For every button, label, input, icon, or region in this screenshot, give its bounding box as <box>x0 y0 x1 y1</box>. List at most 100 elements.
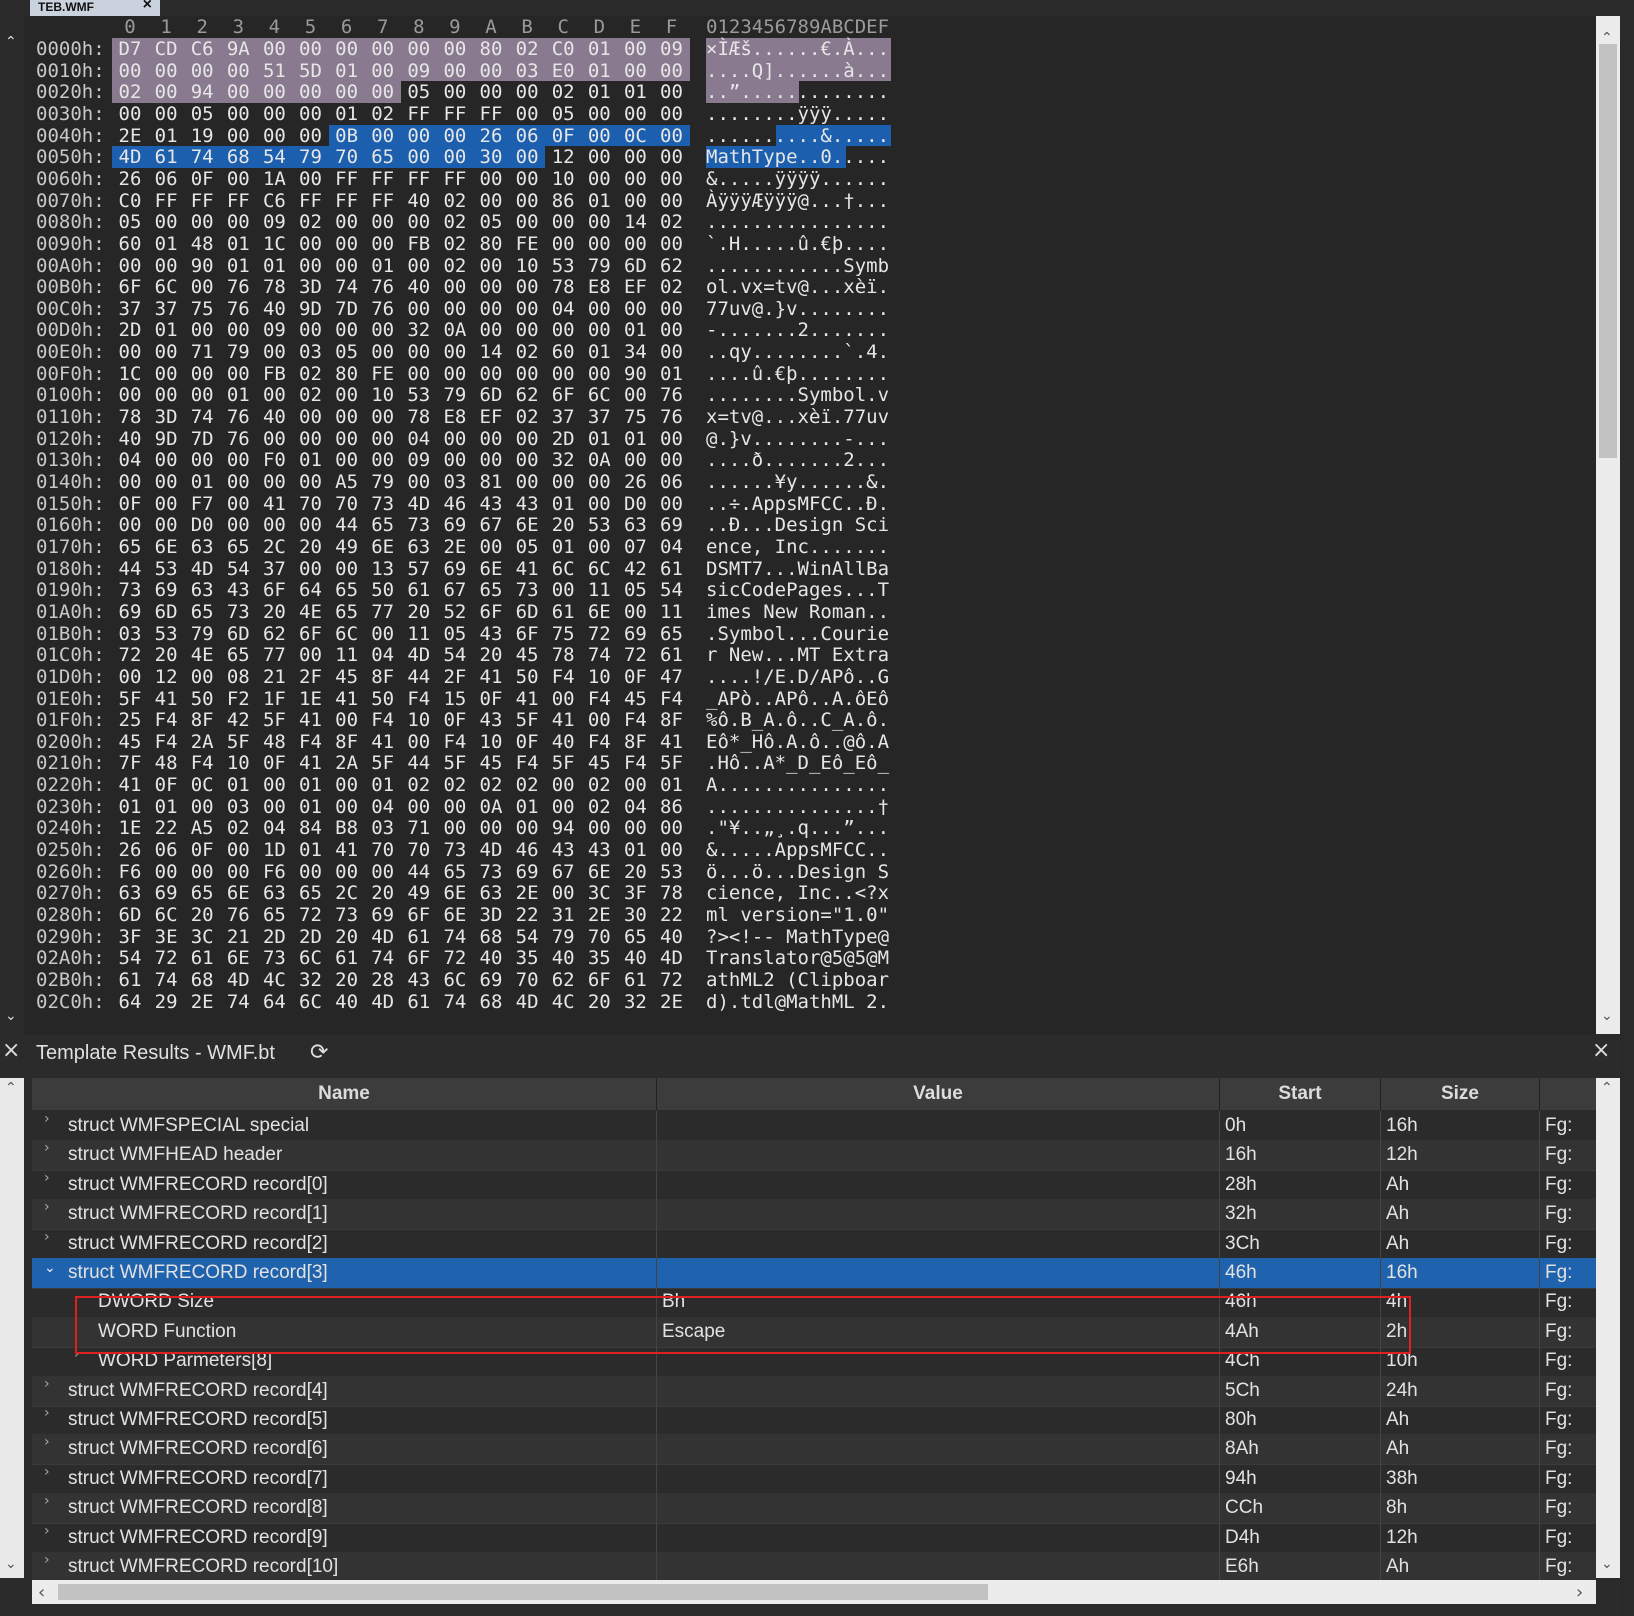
hex-byte[interactable]: 63 <box>473 882 509 904</box>
hex-byte[interactable]: 07 <box>617 536 653 558</box>
hex-byte[interactable]: 76 <box>220 904 256 926</box>
hex-byte[interactable]: 4D <box>509 991 545 1013</box>
hex-byte[interactable]: 02 <box>473 774 509 796</box>
hex-byte[interactable]: 64 <box>293 579 329 601</box>
hex-byte[interactable]: 09 <box>654 38 690 60</box>
hex-byte[interactable]: 6C <box>148 904 184 926</box>
hex-byte[interactable]: 00 <box>437 796 473 818</box>
expand-chevron-icon[interactable]: › <box>44 1111 50 1127</box>
results-scroll-up-icon[interactable]: ⌃ <box>5 1080 17 1096</box>
hex-byte[interactable]: 43 <box>545 839 581 861</box>
hex-byte[interactable]: 01 <box>581 60 617 82</box>
hex-byte[interactable]: 1E <box>112 817 148 839</box>
hex-byte[interactable]: 37 <box>112 298 148 320</box>
hex-byte[interactable]: D0 <box>617 493 653 515</box>
hex-byte[interactable]: 72 <box>112 644 148 666</box>
hex-byte[interactable]: 00 <box>581 493 617 515</box>
left-scrollbar[interactable] <box>0 16 24 1034</box>
ascii-text[interactable]: ÀÿÿÿÆÿÿÿ@...†... <box>706 190 889 212</box>
hex-byte[interactable]: 00 <box>654 319 690 341</box>
ascii-text[interactable]: 77uv@.}v........ <box>706 298 889 320</box>
hex-byte[interactable]: 42 <box>617 558 653 580</box>
hex-byte[interactable]: 01 <box>581 428 617 450</box>
hex-byte[interactable]: 00 <box>473 190 509 212</box>
hex-byte[interactable]: 40 <box>256 298 292 320</box>
hex-byte[interactable]: 00 <box>256 774 292 796</box>
hex-byte[interactable]: 00 <box>545 471 581 493</box>
hex-byte[interactable]: 68 <box>473 926 509 948</box>
hex-byte[interactable]: 03 <box>220 796 256 818</box>
hex-byte[interactable]: 20 <box>401 601 437 623</box>
hex-byte[interactable]: 0F <box>617 666 653 688</box>
hex-byte[interactable]: 00 <box>256 341 292 363</box>
hex-byte[interactable]: 00 <box>148 341 184 363</box>
hex-byte[interactable]: 03 <box>365 817 401 839</box>
hex-byte[interactable]: 72 <box>293 904 329 926</box>
hex-byte[interactable]: 53 <box>148 623 184 645</box>
hex-byte[interactable]: 78 <box>256 276 292 298</box>
hex-byte[interactable]: C0 <box>112 190 148 212</box>
hex-byte[interactable]: 06 <box>148 839 184 861</box>
hex-byte[interactable]: 2D <box>112 319 148 341</box>
hex-byte[interactable]: 6D <box>509 601 545 623</box>
hex-byte[interactable]: 35 <box>581 947 617 969</box>
hex-byte[interactable]: 77 <box>256 644 292 666</box>
hex-byte[interactable]: 00 <box>256 514 292 536</box>
hex-byte[interactable]: 00 <box>617 146 653 168</box>
result-row[interactable]: › struct WMFRECORD record[2] 3Ch Ah Fg: <box>32 1228 1596 1260</box>
hex-byte[interactable]: 00 <box>256 428 292 450</box>
hex-byte[interactable]: E8 <box>437 406 473 428</box>
hex-byte[interactable]: 32 <box>293 969 329 991</box>
hex-byte[interactable]: 10 <box>509 255 545 277</box>
hex-byte[interactable]: 01 <box>148 125 184 147</box>
hex-byte[interactable]: 21 <box>220 926 256 948</box>
hex-byte[interactable]: 26 <box>617 471 653 493</box>
hex-byte[interactable]: 41 <box>473 666 509 688</box>
hex-byte[interactable]: 61 <box>401 991 437 1013</box>
hex-byte[interactable]: 6F <box>401 947 437 969</box>
hex-byte[interactable]: 6D <box>112 904 148 926</box>
hex-byte[interactable]: 02 <box>581 796 617 818</box>
hex-scroll-thumb[interactable] <box>1599 44 1617 458</box>
hex-byte[interactable]: 00 <box>581 125 617 147</box>
ascii-text[interactable]: ..Ð...Design Sci <box>706 514 889 536</box>
scroll-left-icon[interactable]: ‹ <box>38 1582 45 1603</box>
hex-byte[interactable]: 70 <box>401 839 437 861</box>
hex-byte[interactable]: 00 <box>329 319 365 341</box>
hex-byte[interactable]: 62 <box>256 623 292 645</box>
hex-byte[interactable]: F6 <box>112 861 148 883</box>
hex-byte[interactable]: 00 <box>329 384 365 406</box>
hex-byte[interactable]: 69 <box>509 861 545 883</box>
ascii-text[interactable]: &.....ÿÿÿÿ...... <box>706 168 889 190</box>
hex-byte[interactable]: 4E <box>184 644 220 666</box>
hex-byte[interactable]: 03 <box>112 623 148 645</box>
hex-byte[interactable]: 13 <box>365 558 401 580</box>
hex-byte[interactable]: 00 <box>293 406 329 428</box>
hex-byte[interactable]: 00 <box>293 125 329 147</box>
hex-byte[interactable]: 61 <box>401 579 437 601</box>
hex-byte[interactable]: 00 <box>654 449 690 471</box>
hex-byte[interactable]: 6C <box>545 558 581 580</box>
hex-byte[interactable]: F4 <box>654 688 690 710</box>
ascii-text[interactable]: ........Symbol.v <box>706 384 889 406</box>
hex-byte[interactable]: 12 <box>545 146 581 168</box>
hex-byte[interactable]: 00 <box>401 363 437 385</box>
hex-byte[interactable]: 22 <box>509 904 545 926</box>
hex-byte[interactable]: 00 <box>112 341 148 363</box>
hex-byte[interactable]: 00 <box>148 255 184 277</box>
hex-byte[interactable]: 01 <box>617 839 653 861</box>
hex-byte[interactable]: 61 <box>617 969 653 991</box>
hex-byte[interactable]: 11 <box>401 623 437 645</box>
hex-byte[interactable]: 65 <box>329 579 365 601</box>
hex-byte[interactable]: 00 <box>509 103 545 125</box>
hex-byte[interactable]: 5F <box>256 709 292 731</box>
hex-byte[interactable]: 53 <box>148 558 184 580</box>
hex-byte[interactable]: 40 <box>401 190 437 212</box>
hex-byte[interactable]: 05 <box>473 211 509 233</box>
hex-byte[interactable]: 00 <box>581 211 617 233</box>
hex-byte[interactable]: 41 <box>365 731 401 753</box>
hex-byte[interactable]: 42 <box>220 709 256 731</box>
hex-byte[interactable]: 40 <box>654 926 690 948</box>
hex-byte[interactable]: 0F <box>473 688 509 710</box>
ascii-text[interactable]: ....û.€þ........ <box>706 363 889 385</box>
